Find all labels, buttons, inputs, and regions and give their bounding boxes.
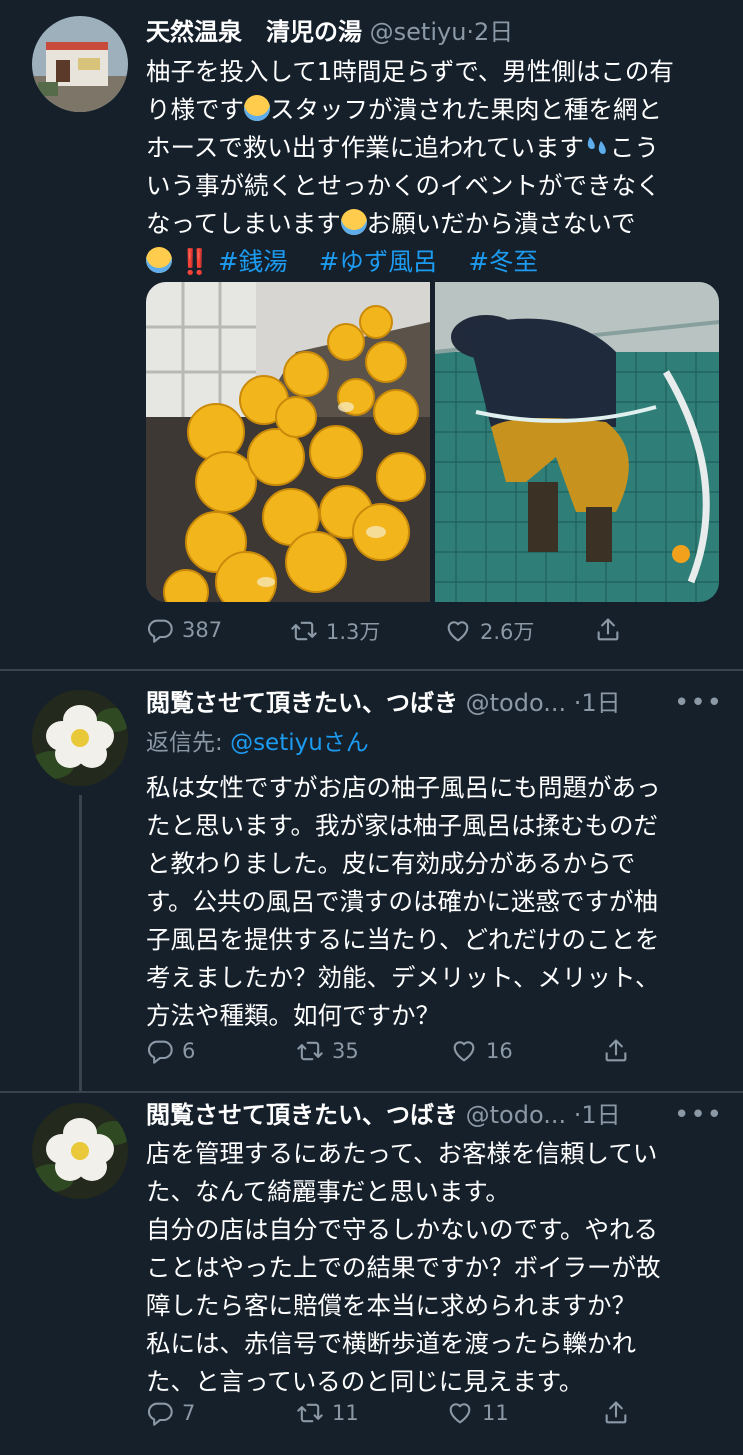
retweet-button[interactable]: 1.3万 xyxy=(290,616,380,646)
tweet-text-line: と教わりました。皮に有効成分があるからで xyxy=(146,849,636,878)
share-icon xyxy=(605,1401,627,1424)
reply-button[interactable]: 7 xyxy=(146,1399,195,1427)
share-button[interactable] xyxy=(602,1037,638,1065)
tweet-text-line: なってしまいます お願いだから潰さないで xyxy=(146,209,636,238)
like-count: 16 xyxy=(486,1039,513,1063)
heart-icon xyxy=(447,621,469,642)
crying-face-icon xyxy=(340,209,367,235)
tweet-text-line: り様です スタッフが潰された果肉と種を網と xyxy=(146,95,662,124)
tweet-text-line: す。公共の風呂で潰すのは確かに迷惑ですが柚 xyxy=(146,887,659,916)
tweet-actions: 387 1.3万 2.6万 xyxy=(146,616,646,656)
author-name[interactable]: 閲覧させて頂きたい、つばき xyxy=(146,1101,458,1129)
avatar-bathhouse-image xyxy=(32,16,128,112)
tweet-text: 柚子を投入して1時間足らずで、男性側はこの有 り様です スタッフが潰された果肉と種… xyxy=(146,53,721,281)
reply-count: 7 xyxy=(182,1401,196,1425)
hashtag-link[interactable]: #ゆず風呂 xyxy=(319,247,438,276)
retweet-count: 11 xyxy=(332,1401,359,1425)
retweet-button[interactable]: 35 xyxy=(296,1037,359,1065)
tweet-actions: 7 11 11 xyxy=(146,1399,646,1439)
tweet-timestamp[interactable]: ·1日 xyxy=(574,689,621,717)
share-button[interactable] xyxy=(594,616,630,644)
tweet-text-line: ホースで救い出す作業に追われています こう xyxy=(146,132,659,162)
reply-button[interactable]: 387 xyxy=(146,616,222,644)
tweet-timestamp[interactable]: ·2日 xyxy=(466,18,513,46)
reply-to-label: 返信先: xyxy=(146,730,231,756)
tweet-header: 閲覧させて頂きたい、つばき @todo... ·1日 ••• xyxy=(146,685,723,721)
media-photos xyxy=(146,282,719,602)
author-handle[interactable]: @todo... xyxy=(466,1101,566,1129)
more-options-icon[interactable]: ••• xyxy=(674,685,723,721)
tweet-reply[interactable]: 閲覧させて頂きたい、つばき @todo... ·1日 ••• 返信先: @set… xyxy=(0,671,743,1091)
tweet-text-line: ‼️ #銭湯 #ゆず風呂 #冬至 xyxy=(146,243,721,281)
tweet-text: 私は女性ですがお店の柚子風呂にも問題があっ たと思います。我が家は柚子風呂は揉む… xyxy=(146,769,721,1035)
retweet-icon xyxy=(297,1041,323,1061)
retweet-icon xyxy=(297,1403,323,1423)
like-button[interactable]: 16 xyxy=(450,1037,513,1065)
avatar-camellia-image xyxy=(32,690,128,786)
tweet-text-line: 子風呂を提供するに当たり、どれだけのことを xyxy=(146,925,660,954)
share-icon xyxy=(605,1039,627,1062)
avatar-tsubaki[interactable] xyxy=(32,690,128,786)
photo-staff-cleaning[interactable] xyxy=(434,282,719,602)
tweet-text-line: 方法や種類。如何ですか？ xyxy=(146,1001,440,1030)
tweet-original[interactable]: 天然温泉 清児の湯 @setiyu·2日 柚子を投入して1時間足らずで、男性側は… xyxy=(0,0,743,670)
hashtag-link[interactable]: #冬至 xyxy=(468,247,538,276)
share-icon xyxy=(597,618,619,641)
tweet-text-line: ことはやった上での結果ですか？ボイラーが故 xyxy=(146,1253,661,1282)
share-button[interactable] xyxy=(602,1399,638,1427)
more-options-icon[interactable]: ••• xyxy=(674,1097,723,1133)
heart-icon xyxy=(453,1041,475,1062)
tweet-header: 天然温泉 清児の湯 @setiyu·2日 xyxy=(146,14,723,50)
tweet-text-line: 柚子を投入して1時間足らずで、男性側はこの有 xyxy=(146,57,674,86)
author-handle[interactable]: @setiyu xyxy=(370,18,467,46)
like-count: 2.6万 xyxy=(480,620,535,644)
retweet-count: 35 xyxy=(332,1039,359,1063)
reply-to-line: 返信先: @setiyuさん xyxy=(146,725,369,761)
tweet-text-line: 障したら客に賠償を本当に求められますか？ xyxy=(146,1291,636,1320)
like-button[interactable]: 2.6万 xyxy=(444,616,534,646)
tweet-text-line: たと思います。我が家は柚子風呂は揉むものだ xyxy=(146,811,659,840)
avatar-tsubaki[interactable] xyxy=(32,1103,128,1199)
sweat-droplets-icon xyxy=(584,132,610,158)
retweet-icon xyxy=(291,621,317,641)
tweet-text-line: 考えましたか？効能、デメリット、メリット、 xyxy=(146,963,660,992)
tweet-text-line: 店を管理するにあたって、お客様を信頼してい xyxy=(146,1139,658,1168)
tweet-text-line: 自分の店は自分で守るしかないのです。やれる xyxy=(146,1215,659,1244)
avatar-setiyu[interactable] xyxy=(32,16,128,112)
tweet-actions: 6 35 16 xyxy=(146,1037,646,1077)
tweet-text-line: た、なんて綺麗事だと思います。 xyxy=(146,1177,510,1206)
author-name[interactable]: 天然温泉 清児の湯 xyxy=(146,18,362,46)
thread-line xyxy=(79,795,82,1091)
reply-icon xyxy=(147,1402,173,1426)
reply-to-mention[interactable]: @setiyuさん xyxy=(230,730,369,756)
author-name[interactable]: 閲覧させて頂きたい、つばき xyxy=(146,689,458,717)
tweet-text-line: 私は女性ですがお店の柚子風呂にも問題があっ xyxy=(146,773,661,802)
hashtag-link[interactable]: #銭湯 xyxy=(218,247,288,276)
reply-icon xyxy=(147,1040,173,1064)
tweet-text-line: 私には、赤信号で横断歩道を渡ったら轢かれ xyxy=(146,1329,636,1358)
photo-yuzu[interactable] xyxy=(146,282,430,602)
retweet-count: 1.3万 xyxy=(326,620,381,644)
avatar-camellia-image xyxy=(32,1103,128,1199)
reply-button[interactable]: 6 xyxy=(146,1037,195,1065)
crying-face-icon xyxy=(146,247,172,273)
retweet-button[interactable]: 11 xyxy=(296,1399,359,1427)
tweet-text-line: た、と言っているのと同じに見えます。 xyxy=(146,1367,584,1396)
tweet-text-line: いう事が続くとせっかくのイベントができなく xyxy=(146,171,661,200)
like-count: 11 xyxy=(482,1401,509,1425)
double-exclamation-icon: ‼️ xyxy=(179,247,211,276)
reply-count: 387 xyxy=(182,618,223,642)
author-handle[interactable]: @todo... xyxy=(466,689,566,717)
reply-count: 6 xyxy=(182,1039,196,1063)
heart-icon xyxy=(449,1403,471,1424)
tweet-text: 店を管理するにあたって、お客様を信頼してい た、なんて綺麗事だと思います。 自分… xyxy=(146,1135,721,1401)
reply-icon xyxy=(147,619,173,643)
like-button[interactable]: 11 xyxy=(446,1399,509,1427)
tweet-header: 閲覧させて頂きたい、つばき @todo... ·1日 ••• xyxy=(146,1097,723,1133)
tweet-media[interactable] xyxy=(146,282,719,602)
crying-face-icon xyxy=(244,95,270,121)
tweet-reply[interactable]: 閲覧させて頂きたい、つばき @todo... ·1日 ••• 店を管理するにあた… xyxy=(0,1093,743,1455)
tweet-timestamp[interactable]: ·1日 xyxy=(574,1101,621,1129)
